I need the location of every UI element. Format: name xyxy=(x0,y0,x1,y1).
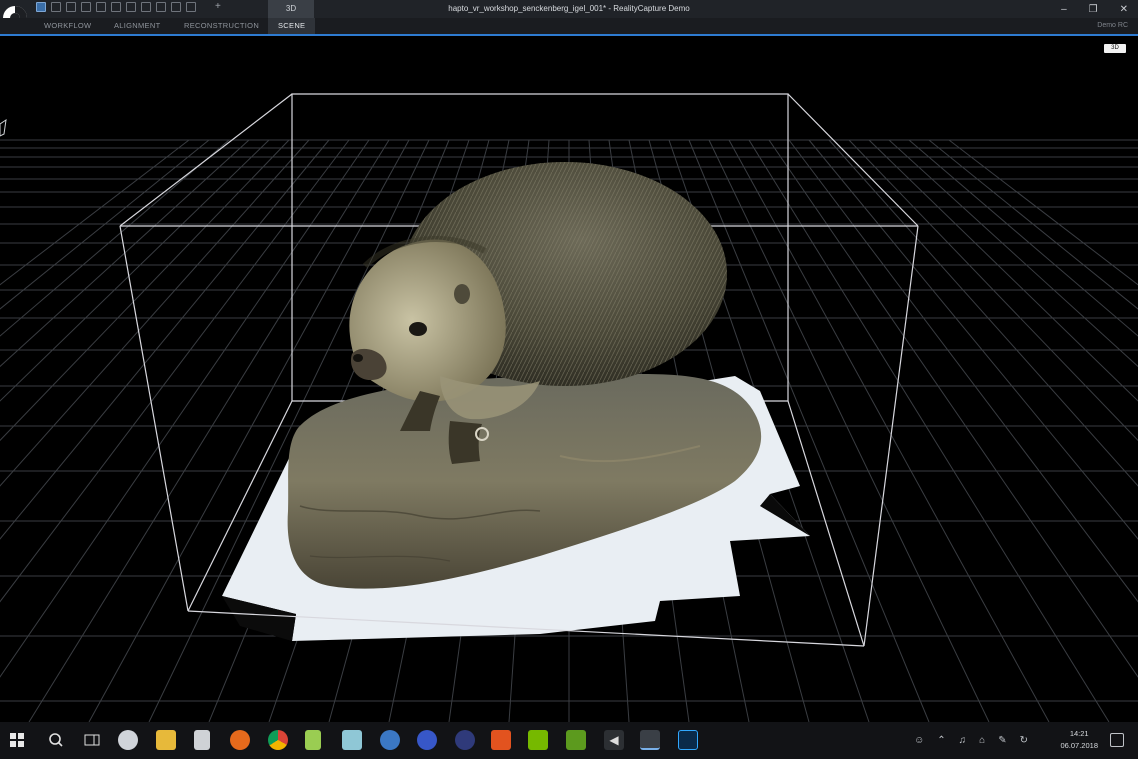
layout-5-icon[interactable] xyxy=(96,2,106,12)
chevron-up-icon[interactable]: ⌃ xyxy=(937,735,945,746)
search-icon[interactable] xyxy=(46,730,66,750)
layout-1-icon[interactable] xyxy=(36,2,46,12)
taskbar: ◀ ☺ ⌃ ♫ ⌂ ✎ ↻ 14:21 06.07.2018 xyxy=(0,722,1138,759)
tab-alignment[interactable]: ALIGNMENT xyxy=(114,18,160,34)
firefox-icon[interactable] xyxy=(230,730,250,750)
window-controls: – ❐ ✕ xyxy=(1061,0,1128,18)
layout-4-icon[interactable] xyxy=(81,2,91,12)
clock[interactable]: 14:21 06.07.2018 xyxy=(1060,728,1098,752)
app-icon[interactable] xyxy=(342,730,362,750)
volume-icon[interactable]: ♫ xyxy=(959,735,967,746)
nvidia-icon[interactable] xyxy=(566,730,586,750)
restore-icon[interactable]: ❐ xyxy=(1089,4,1098,15)
tab-workflow[interactable]: WORKFLOW xyxy=(44,18,91,34)
app-icon[interactable] xyxy=(380,730,400,750)
notification-icon[interactable] xyxy=(1110,733,1124,747)
quick-access-toolbar: + xyxy=(36,2,221,12)
notepad-icon[interactable] xyxy=(305,730,321,750)
file-explorer-icon[interactable] xyxy=(156,730,176,750)
layout-3-icon[interactable] xyxy=(66,2,76,12)
sync-icon[interactable]: ↻ xyxy=(1020,735,1028,746)
tab-scene[interactable]: SCENE xyxy=(268,18,316,34)
layout-8-icon[interactable] xyxy=(141,2,151,12)
calculator-icon[interactable] xyxy=(194,730,210,750)
context-tab-3d[interactable]: 3D xyxy=(268,0,314,18)
realitycapture-icon[interactable] xyxy=(640,730,660,750)
clock-date: 06.07.2018 xyxy=(1060,741,1098,750)
layout-10-icon[interactable] xyxy=(171,2,181,12)
layout-2-icon[interactable] xyxy=(51,2,61,12)
scene-canvas[interactable] xyxy=(0,36,1138,722)
app-icon[interactable] xyxy=(455,730,475,750)
view-mode-badge[interactable]: 3D xyxy=(1104,44,1126,53)
system-tray: ☺ ⌃ ♫ ⌂ ✎ ↻ xyxy=(914,722,1028,759)
close-icon[interactable]: ✕ xyxy=(1120,4,1128,15)
layout-9-icon[interactable] xyxy=(156,2,166,12)
clock-time: 14:21 xyxy=(1069,729,1089,738)
audio-icon[interactable]: ◀ xyxy=(604,730,624,750)
title-bar: + 3D hapto_vr_workshop_senckenberg_igel_… xyxy=(0,0,1138,18)
3d-viewport[interactable]: 3D xyxy=(0,36,1138,722)
chrome-icon[interactable] xyxy=(268,730,288,750)
nvidia-icon[interactable] xyxy=(528,730,548,750)
windows-start-icon[interactable] xyxy=(10,733,24,747)
pen-icon[interactable]: ✎ xyxy=(998,735,1006,746)
layout-11-icon[interactable] xyxy=(186,2,196,12)
layout-6-icon[interactable] xyxy=(111,2,121,12)
people-icon[interactable]: ☺ xyxy=(914,735,924,746)
app-icon[interactable] xyxy=(118,730,138,750)
photoshop-icon[interactable] xyxy=(678,730,698,750)
layout-7-icon[interactable] xyxy=(126,2,136,12)
network-icon[interactable]: ⌂ xyxy=(979,735,985,746)
minimize-icon[interactable]: – xyxy=(1061,4,1067,15)
app-icon[interactable] xyxy=(417,730,437,750)
add-layout-icon[interactable]: + xyxy=(215,2,221,12)
app-icon[interactable] xyxy=(491,730,511,750)
user-label[interactable]: Demo RC xyxy=(1097,18,1128,34)
tab-reconstruction[interactable]: RECONSTRUCTION xyxy=(184,18,259,34)
ribbon-tabs: WORKFLOW ALIGNMENT RECONSTRUCTION SCENE … xyxy=(0,18,1138,36)
hedgehog-hind-leg xyxy=(448,421,482,464)
task-view-icon[interactable] xyxy=(82,730,102,750)
hedgehog-eye xyxy=(409,322,427,336)
